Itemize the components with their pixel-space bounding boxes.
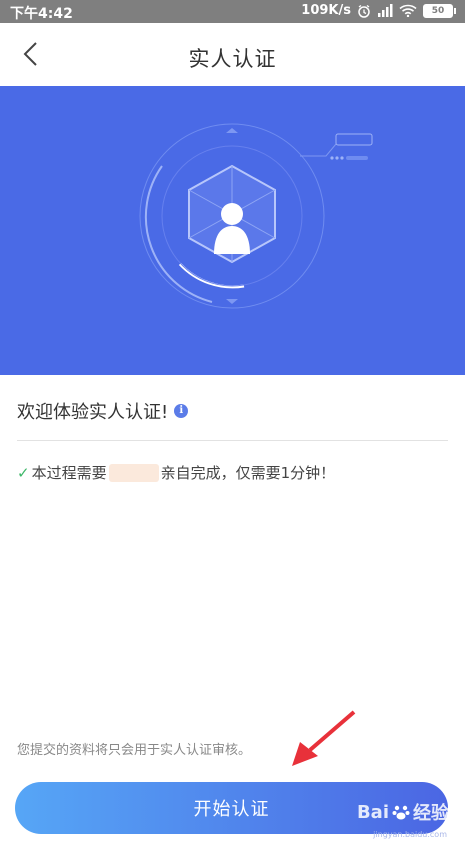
watermark-url: jingyan.baidu.com: [373, 830, 447, 839]
check-icon: ✓: [17, 463, 30, 482]
wifi-icon: [399, 4, 417, 17]
watermark: Bai 经验: [357, 799, 449, 825]
signal-icon: [377, 4, 393, 17]
battery-indicator: 50: [423, 3, 456, 18]
face-verification-icon: [139, 123, 373, 309]
watermark-text: Bai: [356, 801, 389, 823]
notice-row: ✓ 本过程需要 亲自完成，仅需要1分钟！: [17, 462, 335, 483]
status-time: 下午4:42: [10, 6, 73, 22]
watermark-text2: 经验: [413, 803, 449, 824]
alarm-icon: [357, 4, 371, 18]
status-right: 109K/s 50: [301, 3, 456, 18]
privacy-note: 您提交的资料将只会用于实人认证审核。: [17, 743, 252, 758]
welcome-row: 欢迎体验实人认证! i: [17, 398, 189, 424]
annotation-arrow-icon: [292, 710, 356, 766]
paw-icon: [392, 805, 410, 820]
page-title: 实人认证: [188, 47, 277, 71]
divider: [17, 440, 448, 441]
info-icon[interactable]: i: [174, 404, 189, 418]
network-speed: 109K/s: [301, 3, 351, 18]
notice-prefix: 本过程需要: [31, 464, 107, 482]
hero-banner: [0, 86, 465, 375]
notice-suffix: 亲自完成，仅需要1分钟！: [160, 464, 336, 482]
nav-bar: 实人认证: [0, 23, 465, 86]
status-bar: 下午4:42 109K/s 50: [0, 0, 465, 23]
welcome-title: 欢迎体验实人认证!: [17, 402, 169, 423]
redacted-name: [108, 463, 159, 482]
